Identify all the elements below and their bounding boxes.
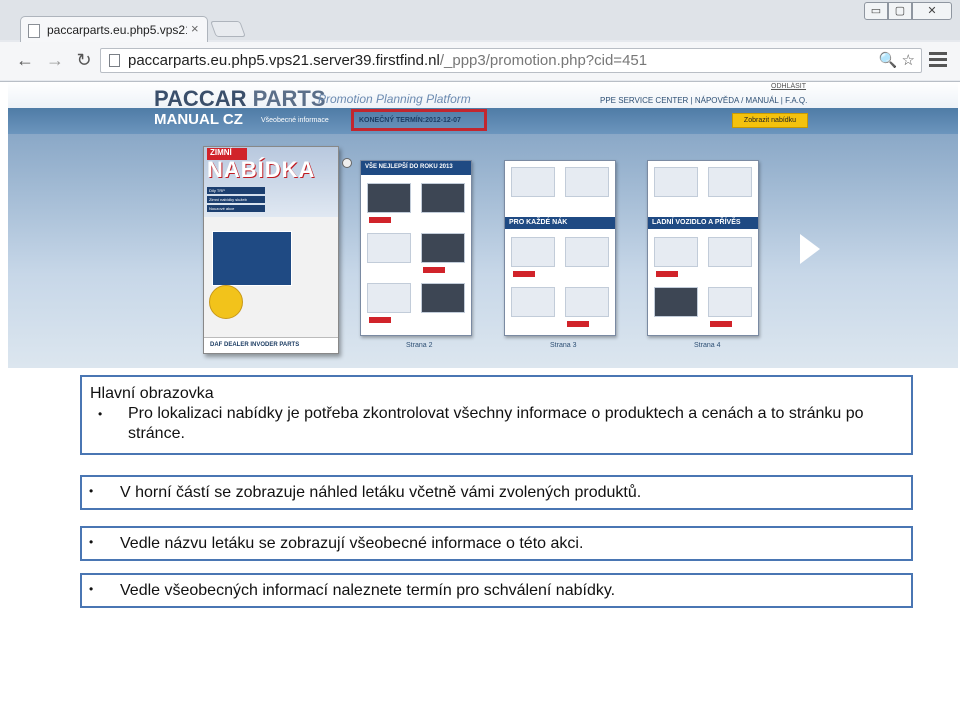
menu-icon[interactable] (929, 49, 947, 71)
page-3-band: PRO KAŽDÉ NÁK (505, 217, 615, 229)
product-image (367, 183, 411, 213)
logout-link[interactable]: ODHLÁSIT (771, 83, 806, 90)
window-close-button[interactable]: ✕ (912, 2, 952, 20)
price-tag (423, 267, 445, 273)
tab-title: paccarparts.eu.php5.vps21 (47, 23, 187, 37)
annotation-text: V horní částí se zobrazuje náhled letáku… (120, 484, 642, 501)
annotation-general-info: • Vedle názvu letáku se zobrazují všeobe… (80, 526, 913, 561)
page-2-header: VŠE NEJLEPŠÍ DO ROKU 2013 (361, 161, 471, 175)
product-image (708, 167, 752, 197)
price-tag (513, 271, 535, 277)
price-tag (567, 321, 589, 327)
cover-item-list: Díly TRP Zimní nabídky služeb Nouzové ak… (207, 187, 265, 214)
general-info-link[interactable]: Všeobecné informace (261, 117, 329, 124)
annotation-text: Pro lokalizaci nabídky je potřeba zkontr… (128, 405, 864, 442)
product-image (654, 167, 698, 197)
product-image (654, 287, 698, 317)
product-image (511, 167, 555, 197)
annotation-title: Hlavní obrazovka (90, 385, 214, 402)
paccar-parts-logo[interactable]: PACCAR PARTS (154, 86, 326, 112)
page-label: Strana 3 (550, 342, 577, 349)
price-tag (369, 317, 391, 323)
product-image (421, 283, 465, 313)
product-image (421, 233, 465, 263)
cover-title: NABÍDKA (207, 157, 316, 182)
annotation-text: Vedle názvu letáku se zobrazují všeobecn… (120, 535, 584, 552)
leaflet-page-3[interactable]: PRO KAŽDÉ NÁK (504, 160, 616, 336)
promotion-page: PACCAR PARTS Promotion Planning Platform… (8, 82, 958, 368)
product-image (565, 167, 609, 197)
bullet-icon: • (98, 407, 103, 421)
platform-title: Promotion Planning Platform (318, 92, 471, 106)
product-image (511, 237, 555, 267)
window-minimize-button[interactable]: ▭ (864, 2, 888, 20)
price-tag (710, 321, 732, 327)
product-image (367, 233, 411, 263)
annotation-preview: • V horní částí se zobrazuje náhled letá… (80, 475, 913, 510)
magnify-icon[interactable] (342, 158, 352, 168)
leaflet-page-2[interactable]: VŠE NEJLEPŠÍ DO ROKU 2013 (360, 160, 472, 336)
product-image (565, 287, 609, 317)
leaflet-title: MANUAL CZ (154, 111, 243, 128)
product-image (708, 287, 752, 317)
reload-icon[interactable]: ↻ (73, 49, 95, 71)
zoom-icon[interactable]: 🔍 (879, 52, 898, 69)
page-icon (109, 54, 120, 67)
leaflet-page-4[interactable]: LADNÍ VOZIDLO A PŘÍVĚS (647, 160, 759, 336)
bullet-icon: • (89, 535, 94, 549)
annotation-main-screen: Hlavní obrazovka • Pro lokalizaci nabídk… (80, 375, 913, 455)
cover-promo-burst (209, 285, 243, 319)
bullet-icon: • (89, 484, 94, 498)
tab-close-icon[interactable]: × (191, 21, 199, 36)
deadline-highlight: KONEČNÝ TERMÍN:2012-12-07 (351, 109, 487, 131)
forward-arrow-icon[interactable]: → (44, 49, 66, 71)
product-image (367, 283, 411, 313)
product-image (654, 237, 698, 267)
tab-strip: paccarparts.eu.php5.vps21 × ▭ ▢ ✕ (0, 0, 960, 42)
page-label: Strana 2 (406, 342, 433, 349)
browser-toolbar: ← → ↻ paccarparts.eu.php5.vps21.server39… (0, 42, 960, 80)
product-image (511, 287, 555, 317)
page-favicon-icon (28, 24, 40, 38)
bullet-icon: • (89, 582, 94, 596)
page-label: Strana 4 (694, 342, 721, 349)
price-tag (369, 217, 391, 223)
cover-item: Zimní nabídky služeb (207, 196, 265, 203)
cover-item: Díly TRP (207, 187, 265, 194)
product-image (565, 237, 609, 267)
window-maximize-button[interactable]: ▢ (888, 2, 912, 20)
product-image (708, 237, 752, 267)
next-page-arrow-icon[interactable] (800, 234, 820, 264)
url-text[interactable]: paccarparts.eu.php5.vps21.server39.first… (128, 52, 647, 69)
cover-product-image (212, 231, 292, 286)
browser-chrome: paccarparts.eu.php5.vps21 × ▭ ▢ ✕ ← → ↻ … (0, 0, 960, 82)
page-4-band: LADNÍ VOZIDLO A PŘÍVĚS (648, 217, 758, 229)
annotation-deadline: • Vedle všeobecných informací naleznete … (80, 573, 913, 608)
leaflet-cover[interactable]: ZIMNÍ NABÍDKA Díly TRP Zimní nabídky slu… (203, 146, 339, 354)
address-bar[interactable]: paccarparts.eu.php5.vps21.server39.first… (100, 48, 922, 73)
annotation-bullet: • Pro lokalizaci nabídky je potřeba zkon… (98, 404, 903, 444)
show-offer-button[interactable]: Zobrazit nabídku (732, 113, 808, 128)
browser-tab[interactable]: paccarparts.eu.php5.vps21 × (20, 16, 208, 42)
cover-footer: DAF DEALER INVODER PARTS (204, 337, 338, 353)
price-tag (656, 271, 678, 277)
new-tab-button[interactable] (210, 21, 246, 37)
product-image (421, 183, 465, 213)
cover-item: Nouzové akce (207, 205, 265, 212)
annotation-text: Vedle všeobecných informací naleznete te… (120, 582, 616, 599)
top-links[interactable]: PPE SERVICE CENTER | NÁPOVĚDA / MANUÁL |… (600, 96, 807, 105)
back-arrow-icon[interactable]: ← (14, 49, 36, 71)
star-icon[interactable]: ☆ (902, 52, 915, 69)
